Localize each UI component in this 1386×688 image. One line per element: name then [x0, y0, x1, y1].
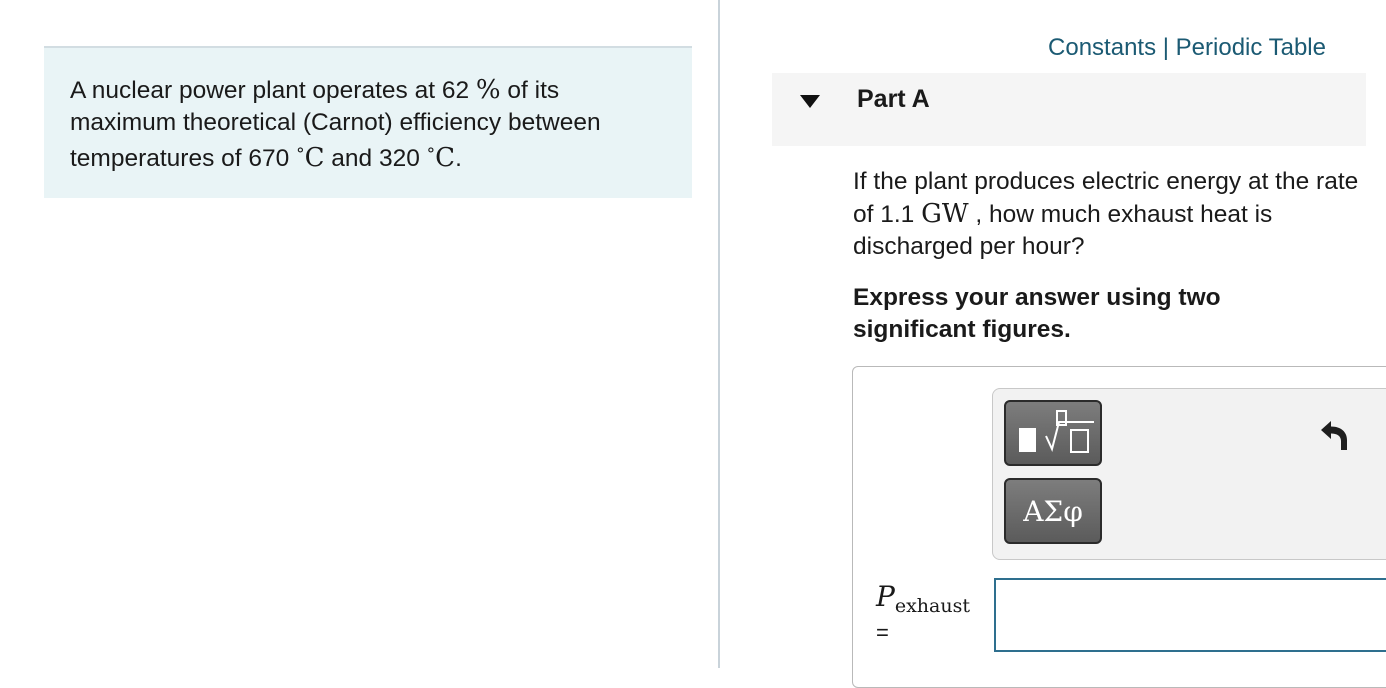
- part-a-header[interactable]: Part A: [772, 73, 1366, 146]
- degree-symbol: °: [296, 145, 305, 165]
- answer-input[interactable]: [994, 578, 1386, 652]
- link-separator: |: [1156, 34, 1176, 61]
- variable-subscript: exhaust: [894, 595, 970, 617]
- constants-link[interactable]: Constants: [1048, 34, 1156, 61]
- equals-sign: =: [876, 620, 889, 645]
- celsius-unit: C: [435, 143, 456, 173]
- undo-icon[interactable]: [1318, 418, 1352, 452]
- problem-intro: A nuclear power plant operates at 62 % o…: [44, 46, 692, 198]
- problem-text: A nuclear power plant operates at 62 % o…: [70, 74, 670, 175]
- intro-text-3: and 320: [324, 145, 427, 172]
- question-text: If the plant produces electric energy at…: [853, 166, 1373, 263]
- pane-divider[interactable]: [718, 0, 720, 668]
- answer-instruction: Express your answer using two significan…: [853, 284, 1221, 343]
- fraction-root-template-icon: [1019, 410, 1094, 453]
- greek-symbols-label: ΑΣφ: [1023, 494, 1083, 528]
- gigawatt-unit: GW: [921, 199, 969, 229]
- degree-symbol: °: [426, 145, 436, 165]
- periodic-table-link[interactable]: Periodic Table: [1176, 34, 1326, 61]
- intro-text-4: .: [455, 145, 462, 172]
- answer-variable-label: Pexhaust: [876, 580, 970, 617]
- variable-symbol: P: [876, 580, 895, 613]
- celsius-unit: C: [304, 143, 325, 173]
- problem-pane: A nuclear power plant operates at 62 % o…: [0, 0, 718, 668]
- collapse-caret-icon[interactable]: [800, 95, 820, 108]
- templates-button[interactable]: [1004, 400, 1102, 466]
- part-title: Part A: [857, 85, 930, 113]
- greek-symbols-button[interactable]: ΑΣφ: [1004, 478, 1102, 544]
- intro-text-1: A nuclear power plant operates at 62: [70, 77, 476, 104]
- percent-symbol: %: [475, 75, 501, 105]
- resource-links: Constants | Periodic Table: [1048, 34, 1326, 62]
